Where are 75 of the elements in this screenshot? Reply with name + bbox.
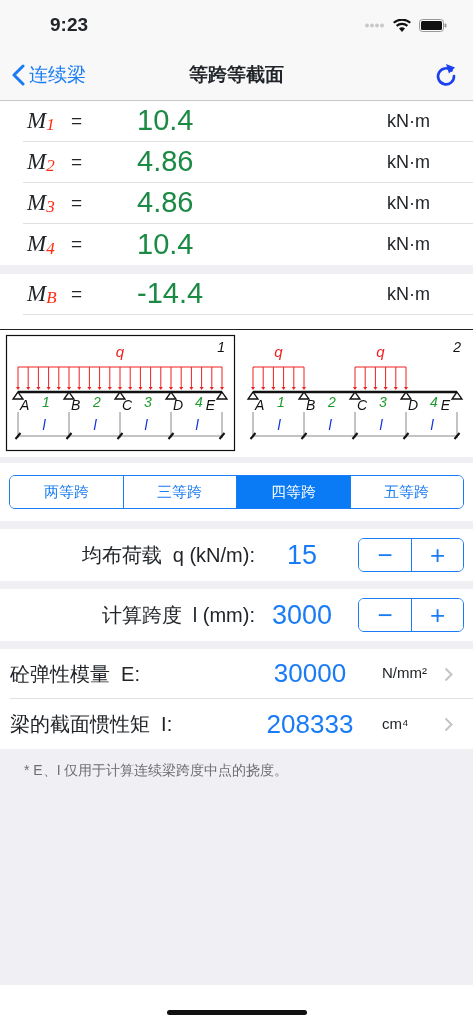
property-value: 208333 <box>265 707 355 741</box>
span-tab[interactable]: 四等跨 <box>237 476 351 508</box>
page-title: 等跨等截面 <box>189 63 284 85</box>
span-number: 3 <box>144 394 152 410</box>
span-length-label: l <box>195 417 199 433</box>
unit-label: N/mm² <box>381 663 428 684</box>
input-value: 15 <box>285 538 318 572</box>
moment-value: -14.4 <box>137 276 205 312</box>
support-label: E <box>440 397 450 413</box>
equals-sign: = <box>71 108 84 133</box>
equals-sign: = <box>71 190 84 215</box>
diagram-number: 2 <box>453 339 461 355</box>
support-label: E <box>205 397 215 413</box>
span-length-label: l <box>42 417 46 433</box>
input-label: 计算跨度 l (mm): <box>100 603 255 628</box>
moment-symbol: M$_{3}$ <box>26 188 56 219</box>
diagram-number: 1 <box>217 339 225 355</box>
span-number: 2 <box>328 394 336 410</box>
increment-button[interactable]: + <box>411 599 463 631</box>
span-number: 4 <box>430 394 438 410</box>
span-length-label: l <box>144 417 148 433</box>
span-length-label: l <box>328 417 332 433</box>
support-label: D <box>408 397 419 413</box>
support-label: B <box>306 397 316 413</box>
load-label: q <box>274 343 283 360</box>
span-length-label: l <box>93 417 97 433</box>
selection-frame[interactable] <box>5 334 236 452</box>
span-number: 4 <box>195 394 203 410</box>
unit-label: kN·m <box>387 191 430 215</box>
unit-label: kN·m <box>387 109 430 133</box>
support-label: C <box>122 397 133 413</box>
property-value: 30000 <box>272 657 348 690</box>
moment-value: 4.86 <box>137 185 195 221</box>
support-label: A <box>255 397 265 413</box>
battery-icon <box>419 18 447 32</box>
footnote-text: * E、I 仅用于计算连续梁跨度中点的挠度。 <box>23 761 290 780</box>
moment-value: 4.86 <box>137 144 195 180</box>
unit-label: cm⁴ <box>381 713 410 734</box>
moment-value: 10.4 <box>137 103 195 139</box>
input-value: 3000 <box>270 598 334 632</box>
support-label: B <box>71 397 81 413</box>
back-button[interactable]: 连续梁 <box>0 60 86 90</box>
load-label: q <box>115 343 125 360</box>
back-chevron-icon <box>12 64 25 86</box>
support-label: D <box>173 397 184 413</box>
increment-button[interactable]: + <box>411 539 463 571</box>
moment-symbol: M$_{4}$ <box>26 230 56 260</box>
span-number: 1 <box>277 394 285 410</box>
signal-icon <box>365 22 385 28</box>
support-label: C <box>357 397 368 413</box>
moment-symbol: M$_{1}$ <box>26 106 56 137</box>
span-length-label: l <box>430 417 434 433</box>
refresh-icon[interactable] <box>435 63 457 88</box>
unit-label: kN·m <box>387 282 430 306</box>
span-number: 3 <box>379 394 387 410</box>
equals-sign: = <box>71 281 84 306</box>
property-label: 梁的截面惯性矩 I: <box>10 712 174 737</box>
span-number: 2 <box>93 394 101 410</box>
wifi-icon <box>393 18 411 32</box>
moment-value: 10.4 <box>137 226 195 262</box>
load-label: q <box>376 343 385 360</box>
span-tab[interactable]: 两等跨 <box>10 476 124 508</box>
equals-sign: = <box>71 232 84 257</box>
span-length-label: l <box>277 417 281 433</box>
property-label: 砼弹性模量 E: <box>10 661 141 687</box>
status-time: 9:23 <box>50 12 89 37</box>
span-number: 1 <box>42 394 50 410</box>
equals-sign: = <box>71 149 84 174</box>
span-length-label: l <box>379 417 383 433</box>
unit-label: kN·m <box>387 233 430 256</box>
input-label: 均布荷载 q (kN/m): <box>80 543 255 568</box>
unit-label: kN·m <box>387 150 430 174</box>
moment-symbol: M$_{2}$ <box>26 147 56 178</box>
support-label: A <box>20 397 30 413</box>
moment-symbol: M$_{B}$ <box>26 279 58 310</box>
